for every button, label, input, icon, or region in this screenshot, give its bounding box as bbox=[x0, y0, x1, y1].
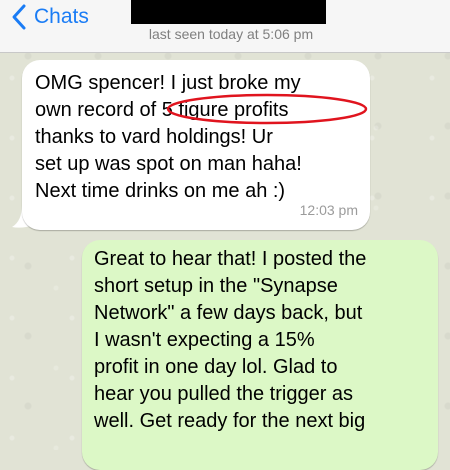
redacted-contact-name bbox=[131, 0, 326, 24]
incoming-message-bubble[interactable]: OMG spencer! I just broke my own record … bbox=[22, 60, 370, 230]
message-text: OMG spencer! I just broke my own record … bbox=[35, 72, 302, 202]
outgoing-message-bubble[interactable]: Great to hear that! I posted the short s… bbox=[82, 240, 438, 470]
chat-header: Chats last seen today at 5:06 pm bbox=[0, 0, 450, 53]
last-seen-status: last seen today at 5:06 pm bbox=[148, 26, 314, 42]
message-text: Great to hear that! I posted the short s… bbox=[94, 248, 367, 432]
message-timestamp: 12:03 pm bbox=[299, 202, 358, 218]
